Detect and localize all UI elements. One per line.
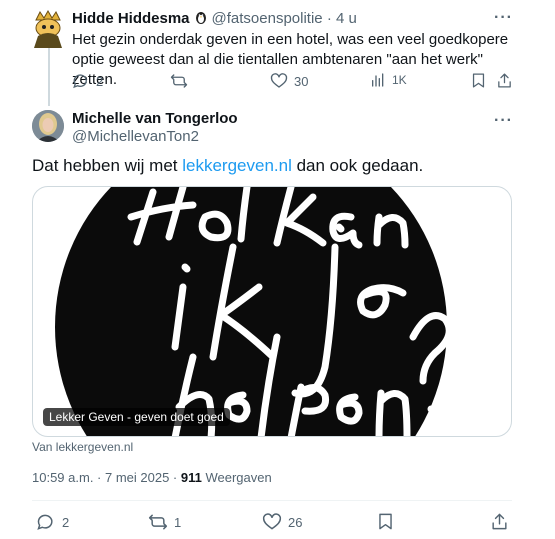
penguin-icon — [195, 12, 206, 24]
tweet-reposts-count: 1 — [174, 514, 182, 530]
comment-icon — [73, 74, 87, 89]
reply-time[interactable]: 4 u — [336, 10, 357, 27]
reply-like-button[interactable]: 30 — [270, 72, 308, 90]
reply-views-count: 1K — [392, 73, 407, 87]
tweet-like-button[interactable]: 26 — [262, 512, 302, 532]
reply-replies-button[interactable]: 2 — [72, 72, 103, 90]
card-title-overlay: Lekker Geven - geven doet goed — [43, 408, 230, 426]
reply-separator: · — [326, 10, 332, 27]
reply-more-button[interactable]: ··· — [494, 9, 513, 27]
tweet-replies-count: 2 — [62, 514, 70, 530]
tweet-meta: 10:59 a.m. · 7 mei 2025 · 911 Weergaven — [32, 470, 272, 485]
tweet-likes-count: 26 — [288, 514, 303, 530]
avatar-portrait — [32, 110, 64, 142]
tweet-replies-button[interactable]: 2 — [36, 512, 69, 532]
reply-views-button[interactable]: 1K — [370, 72, 407, 88]
tweet-author-name[interactable]: Michelle van Tongerloo — [72, 110, 238, 127]
bookmark-icon[interactable] — [376, 512, 395, 531]
tweet-more-button[interactable]: ··· — [494, 112, 513, 130]
share-icon[interactable] — [490, 512, 509, 531]
reply-repost-button[interactable] — [170, 72, 194, 90]
card-image — [55, 187, 453, 436]
card-source[interactable]: Van lekkergeven.nl — [32, 440, 133, 454]
share-icon[interactable] — [496, 72, 513, 89]
comment-icon — [37, 514, 53, 530]
reply-header: Hidde Hiddesma @fatsoenspolitie · 4 u — [72, 9, 357, 27]
tweet-timestamp[interactable]: 10:59 a.m. · 7 mei 2025 · — [32, 470, 181, 485]
reply-likes-count: 30 — [294, 73, 309, 89]
bookmark-icon[interactable] — [470, 72, 487, 89]
heart-icon — [262, 513, 282, 530]
tweet-repost-button[interactable]: 1 — [148, 512, 181, 532]
tweet-text-before: Dat hebben wij met — [32, 156, 183, 175]
reply-avatar[interactable] — [28, 8, 68, 48]
analytics-icon — [372, 73, 384, 87]
link-card[interactable]: Lekker Geven - geven doet goed — [32, 186, 512, 437]
tweet-author-handle[interactable]: @MichellevanTon2 — [72, 128, 199, 145]
tweet-text: Dat hebben wij met lekkergeven.nl dan oo… — [32, 156, 423, 176]
divider — [32, 500, 512, 501]
repost-icon — [170, 74, 188, 88]
tweet-text-after: dan ook gedaan. — [291, 156, 424, 175]
reply-handle[interactable]: @fatsoenspolitie — [212, 10, 323, 27]
repost-icon — [148, 514, 168, 530]
tweet-views-count: 911 — [180, 470, 202, 485]
heart-icon — [270, 73, 288, 88]
thread-line — [48, 46, 50, 106]
reply-replies-count: 2 — [96, 73, 104, 89]
reply-tweet[interactable]: Hidde Hiddesma @fatsoenspolitie · 4 u ···… — [0, 0, 555, 106]
tweet-link[interactable]: lekkergeven.nl — [182, 156, 292, 175]
reply-author-name[interactable]: Hidde Hiddesma — [72, 10, 190, 27]
main-avatar[interactable] — [32, 110, 64, 142]
tweet-views-label: Weergaven — [201, 470, 272, 485]
